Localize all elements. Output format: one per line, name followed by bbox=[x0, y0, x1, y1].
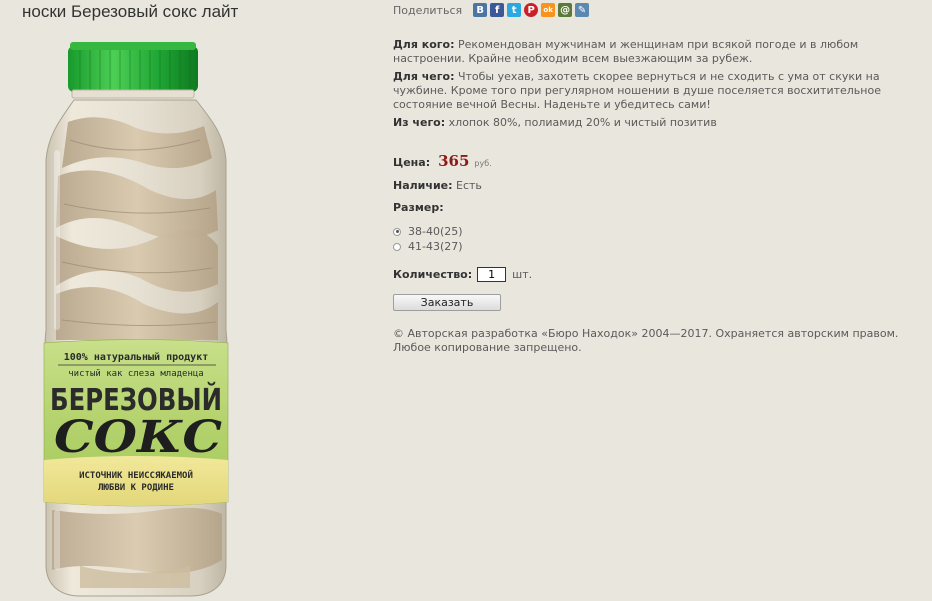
purpose-label: Для чего: bbox=[393, 70, 455, 83]
radio-button[interactable] bbox=[393, 242, 401, 251]
availability-label: Наличие: bbox=[393, 179, 453, 192]
livejournal-icon[interactable]: ✎ bbox=[575, 3, 590, 17]
svg-text:100% натуральный продукт: 100% натуральный продукт bbox=[64, 351, 209, 363]
price-value: 365 bbox=[438, 152, 470, 170]
copyright-text: © Авторская разработка «Бюро Находок» 20… bbox=[393, 327, 899, 354]
price-label: Цена: bbox=[393, 156, 431, 169]
svg-text:СОКС: СОКС bbox=[54, 412, 222, 463]
odnoklassniki-icon[interactable]: ok bbox=[541, 3, 556, 17]
availability-row: Наличие: Есть bbox=[393, 179, 923, 193]
size-option-label: 41-43(27) bbox=[408, 239, 463, 253]
size-option[interactable]: 41-43(27) bbox=[393, 239, 923, 254]
quantity-label: Количество: bbox=[393, 267, 473, 281]
size-option-label: 38-40(25) bbox=[408, 224, 463, 238]
size-label: Размер: bbox=[393, 201, 444, 214]
material-label: Из чего: bbox=[393, 116, 446, 129]
quantity-row: Количество: шт. bbox=[393, 267, 923, 282]
purpose-row: Для чего: Чтобы уехав, захотеть скорее в… bbox=[393, 70, 923, 112]
order-button[interactable]: Заказать bbox=[393, 294, 501, 311]
pinterest-icon[interactable]: P bbox=[524, 3, 539, 17]
quantity-input[interactable] bbox=[477, 267, 507, 282]
share-bar: Поделиться В f t P ok @ ✎ bbox=[393, 3, 590, 17]
facebook-icon[interactable]: f bbox=[490, 3, 505, 17]
moimir-icon[interactable]: @ bbox=[558, 3, 573, 17]
product-image: 100% натуральный продукт чистый как слез… bbox=[43, 42, 229, 597]
for-whom-text: Рекомендован мужчинам и женщинам при вся… bbox=[393, 38, 859, 65]
material-row: Из чего: хлопок 80%, полиамид 20% и чист… bbox=[393, 116, 923, 130]
size-options: 38-40(25) 41-43(27) bbox=[393, 224, 923, 254]
price-row: Цена: 365 руб. bbox=[393, 154, 923, 171]
product-title: носки Березовый сокс лайт bbox=[22, 2, 239, 21]
quantity-unit: шт. bbox=[512, 267, 533, 281]
for-whom-row: Для кого: Рекомендован мужчинам и женщин… bbox=[393, 38, 923, 66]
vkontakte-icon[interactable]: В bbox=[473, 3, 488, 17]
svg-text:ЛЮБВИ К РОДИНЕ: ЛЮБВИ К РОДИНЕ bbox=[98, 483, 174, 493]
svg-text:ИСТОЧНИК НЕИССЯКАЕМОЙ: ИСТОЧНИК НЕИССЯКАЕМОЙ bbox=[79, 469, 193, 481]
size-option[interactable]: 38-40(25) bbox=[393, 224, 923, 239]
share-label: Поделиться bbox=[393, 3, 463, 17]
radio-button-selected[interactable] bbox=[393, 227, 401, 236]
availability-value: Есть bbox=[456, 179, 482, 192]
purpose-text: Чтобы уехав, захотеть скорее вернуться и… bbox=[393, 70, 881, 111]
product-info: Для кого: Рекомендован мужчинам и женщин… bbox=[393, 38, 923, 355]
material-text: хлопок 80%, полиамид 20% и чистый позити… bbox=[448, 116, 717, 129]
price-currency: руб. bbox=[474, 159, 492, 168]
for-whom-label: Для кого: bbox=[393, 38, 455, 51]
twitter-icon[interactable]: t bbox=[507, 3, 522, 17]
svg-text:чистый как слеза младенца: чистый как слеза младенца bbox=[68, 369, 203, 379]
